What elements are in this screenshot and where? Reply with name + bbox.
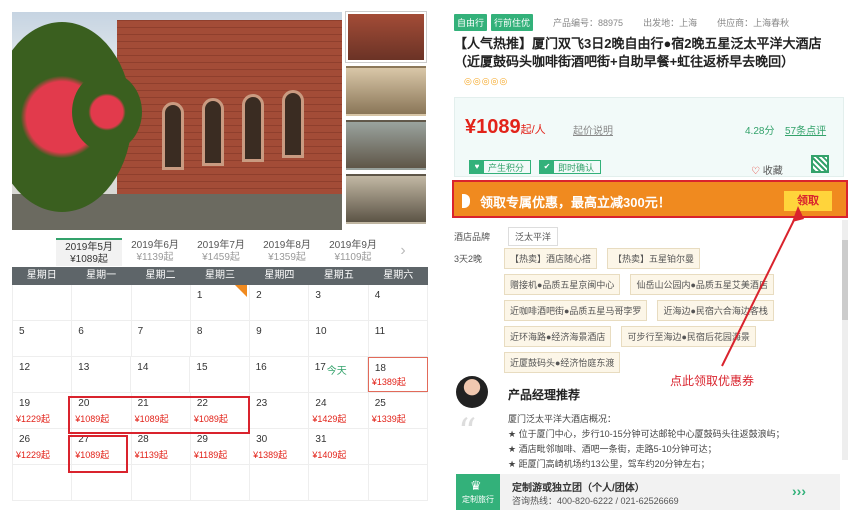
annotation-arrow	[721, 206, 804, 367]
